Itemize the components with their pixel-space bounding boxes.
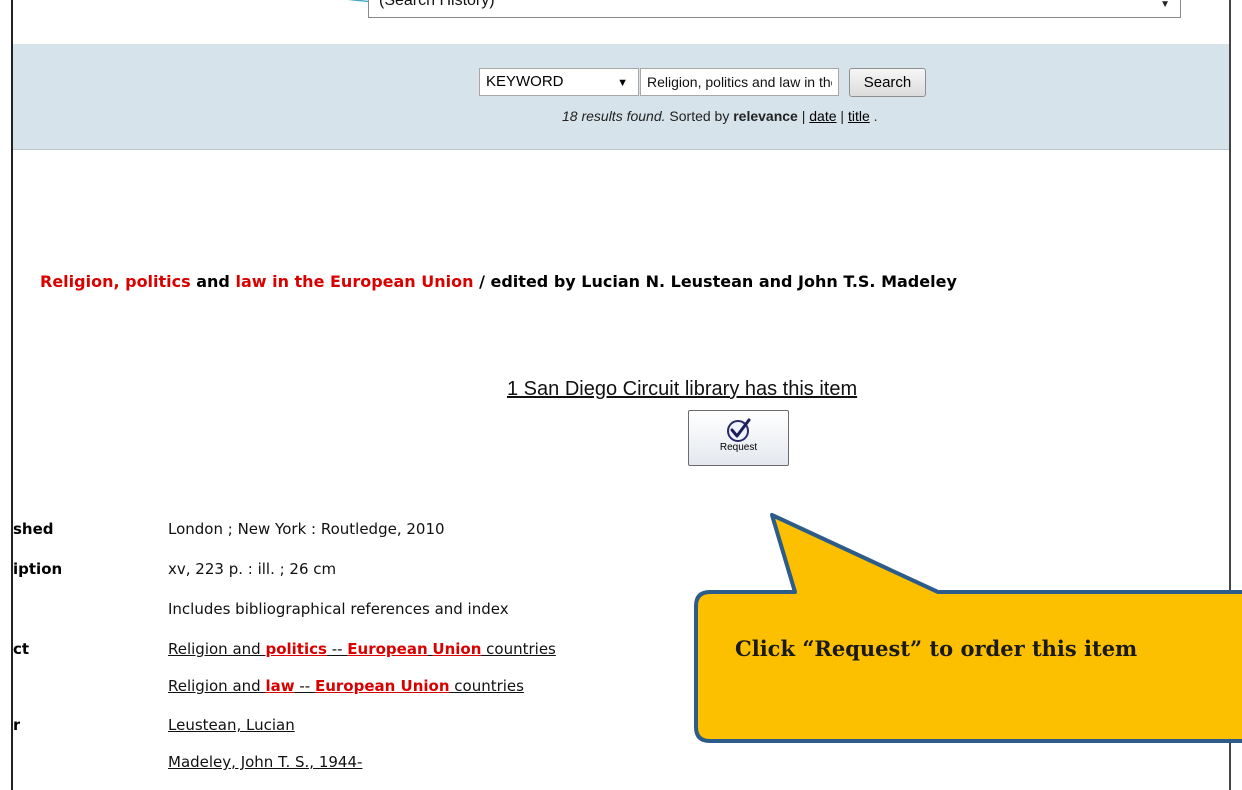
separator: | [840, 108, 845, 124]
subject-link-part[interactable]: countries [481, 640, 556, 658]
request-label: Request [719, 442, 758, 453]
other-author-label: r [13, 716, 21, 734]
chevron-down-icon: ▼ [1160, 0, 1170, 10]
holdings-link[interactable]: 1 San Diego Circuit library has this ite… [507, 378, 857, 401]
subject-label: ct [13, 640, 30, 658]
end-period: . [873, 108, 878, 124]
search-button[interactable]: Search [849, 68, 926, 97]
sorted-by-label: Sorted by [669, 108, 730, 124]
title-highlight: law in the European Union [235, 272, 474, 291]
subject-link-part[interactable]: European Union [315, 677, 450, 695]
callout-bubble [694, 513, 1242, 743]
results-count: 18 results found. [562, 108, 666, 124]
published-label: shed [13, 520, 54, 538]
search-history-dropdown[interactable]: (Search History) ▼ [368, 0, 1181, 18]
record-title: Religion, politics and law in the Europe… [40, 270, 1000, 294]
subject-link-part[interactable]: -- [327, 640, 347, 658]
description-value: xv, 223 p. : ill. ; 26 cm [168, 560, 337, 578]
title-highlight: Religion, politics [40, 272, 191, 291]
sort-by-date-link[interactable]: date [809, 108, 836, 124]
search-input[interactable] [640, 68, 839, 96]
subject-link-part[interactable]: countries [450, 677, 524, 695]
subject-link-part[interactable]: European [347, 640, 427, 658]
subject-link-part[interactable]: law [265, 677, 294, 695]
published-value: London ; New York : Routledge, 2010 [168, 520, 445, 538]
title-text: / edited by Lucian N. Leustean and John … [473, 272, 957, 291]
subject-link-part[interactable]: -- [295, 677, 315, 695]
isbn-value: 9780415466271 (hbk.) [168, 780, 342, 790]
description-label: iption [13, 560, 63, 578]
title-text: and [190, 272, 236, 291]
search-history-value: (Search History) [379, 0, 495, 9]
subject-link-part[interactable]: Religion and [168, 677, 265, 695]
subject-link-part[interactable]: Religion and [168, 640, 265, 658]
subject-link[interactable]: Religion and politics -- European Union … [168, 640, 556, 658]
separator: | [801, 108, 806, 124]
author-link-text[interactable]: Madeley, John T. S., 1944- [168, 753, 362, 771]
chevron-down-icon: ▼ [617, 77, 628, 89]
search-type-value: KEYWORD [486, 73, 564, 90]
checkmark-icon [726, 418, 750, 442]
callout-text: Click “Request” to order this item [735, 636, 1138, 661]
author-link[interactable]: Madeley, John T. S., 1944- [168, 753, 362, 771]
sort-by-title-link[interactable]: title [848, 108, 870, 124]
search-band: KEYWORD ▼ Search 18 results found. Sorte… [13, 44, 1229, 150]
request-button[interactable]: Request [688, 410, 789, 466]
author-link-text[interactable]: Leustean, Lucian [168, 716, 295, 734]
subject-link-part[interactable]: politics [265, 640, 326, 658]
search-type-dropdown[interactable]: KEYWORD ▼ [479, 68, 639, 96]
subject-link[interactable]: Religion and law -- European Union count… [168, 677, 524, 695]
search-history-bar: (Search History) ▼ [13, 0, 1229, 44]
results-summary: 18 results found. Sorted by relevance | … [562, 108, 878, 124]
sort-relevance: relevance [733, 108, 798, 124]
author-link[interactable]: Leustean, Lucian [168, 716, 295, 734]
notes-value: Includes bibliographical references and … [168, 600, 509, 618]
subject-link-part[interactable]: Union [432, 640, 481, 658]
